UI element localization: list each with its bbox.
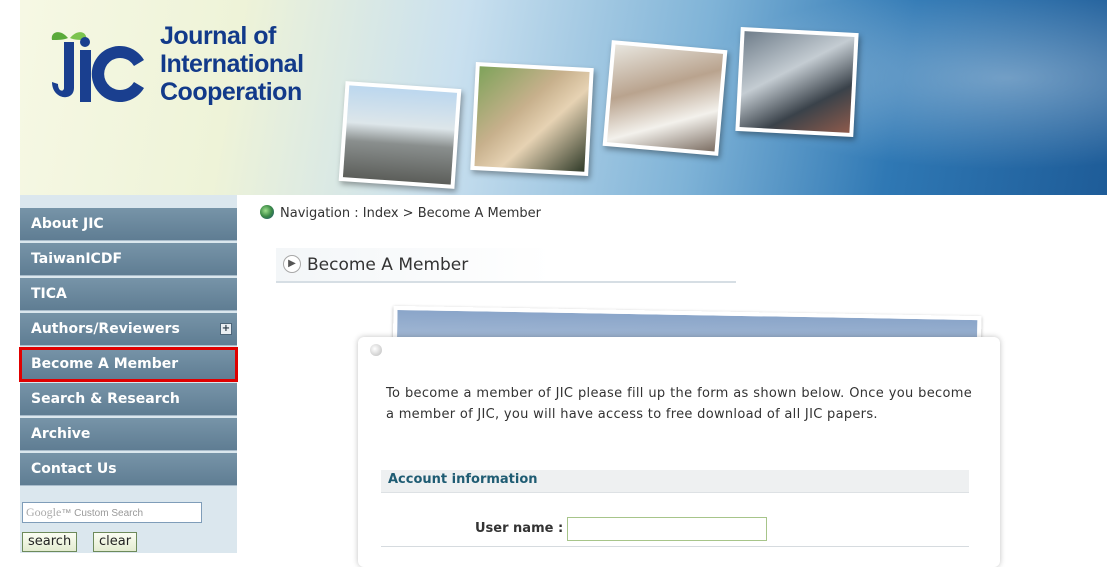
logo-line-2: International	[160, 50, 304, 78]
username-label: User name :	[475, 521, 564, 536]
sidebar-item-tica[interactable]: TICA	[20, 278, 237, 311]
sidebar-item-label: TICA	[31, 286, 67, 302]
sidebar-item-label: TaiwanICDF	[31, 251, 123, 267]
clear-button[interactable]: clear	[93, 532, 138, 552]
page-title: Become A Member	[307, 255, 469, 275]
sidebar-item-label: About JIC	[31, 216, 104, 232]
search-brand: Google	[26, 505, 62, 519]
arrow-right-icon: ▶	[283, 255, 301, 273]
logo-line-3: Cooperation	[160, 78, 302, 106]
sidebar-item-become-a-member[interactable]: Become A Member	[19, 347, 238, 382]
sidebar-item-label: Search & Research	[31, 391, 180, 407]
breadcrumb: Navigation : Index > Become A Member	[260, 205, 541, 221]
sidebar-item-authors-reviewers[interactable]: Authors/Reviewers +	[20, 313, 237, 346]
sidebar-item-label: Contact Us	[31, 461, 117, 477]
section-header: Account information	[381, 470, 969, 493]
intro-text: To become a member of JIC please fill up…	[386, 386, 972, 422]
site-banner: Journal of International Cooperation	[20, 0, 1107, 195]
logo-text[interactable]: Journal of International Cooperation	[160, 22, 304, 106]
sidebar-item-taiwanicdf[interactable]: TaiwanICDF	[20, 243, 237, 276]
banner-photo-computers	[735, 26, 859, 138]
jic-logo-icon[interactable]	[48, 26, 148, 106]
sidebar-item-label: Become A Member	[31, 356, 179, 372]
sidebar: About JIC TaiwanICDF TICA Authors/Review…	[19, 195, 238, 553]
globe-icon	[260, 205, 274, 219]
google-search-input[interactable]: Google™ Custom Search	[22, 502, 202, 523]
sidebar-item-label: Authors/Reviewers	[31, 321, 180, 337]
logo-line-1: Journal of	[160, 22, 276, 50]
sidebar-item-contact-us[interactable]: Contact Us	[20, 453, 237, 486]
member-form-card: To become a member of JIC please fill up…	[358, 337, 1000, 567]
sidebar-item-about-jic[interactable]: About JIC	[20, 208, 237, 241]
banner-photo-plants	[470, 61, 594, 177]
breadcrumb-text: Navigation : Index > Become A Member	[280, 206, 542, 221]
sidebar-item-search-research[interactable]: Search & Research	[20, 383, 237, 416]
username-input[interactable]	[567, 517, 767, 541]
sidebar-item-label: Archive	[31, 426, 91, 442]
banner-photo-lab	[602, 40, 728, 156]
sidebar-item-archive[interactable]: Archive	[20, 418, 237, 451]
page-title-bar: ▶ Become A Member	[276, 248, 736, 283]
search-placeholder: ™ Custom Search	[61, 508, 144, 519]
banner-photo-factory	[338, 81, 462, 189]
plus-icon[interactable]: +	[220, 323, 232, 335]
section-title: Account information	[388, 472, 538, 487]
search-button[interactable]: search	[22, 532, 78, 552]
row-divider	[381, 546, 969, 547]
pin-icon	[370, 344, 382, 356]
